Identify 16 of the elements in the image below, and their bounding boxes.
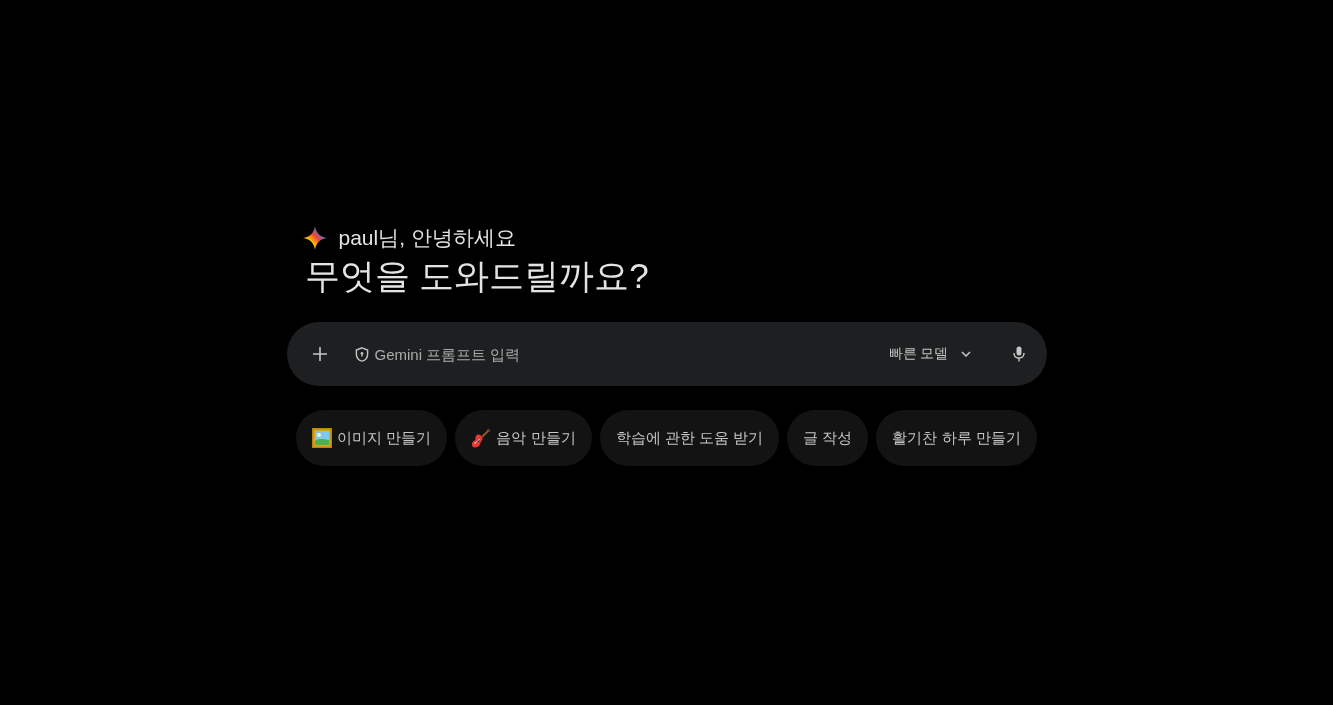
suggestion-chip[interactable]: 활기찬 하루 만들기 bbox=[876, 410, 1037, 466]
sparkle-icon bbox=[302, 226, 327, 250]
model-selector-button[interactable]: 빠른 모델 bbox=[880, 337, 979, 371]
suggestion-chip[interactable]: 학습에 관한 도움 받기 bbox=[599, 410, 780, 466]
suggestion-chip[interactable]: 음악 만들기 bbox=[455, 410, 592, 466]
microphone-icon bbox=[1012, 346, 1025, 362]
suggestion-chip[interactable]: 이미지 만들기 bbox=[296, 410, 448, 466]
headline-text: 무엇을 도와드릴까요? bbox=[304, 255, 649, 297]
plus-icon bbox=[312, 347, 327, 361]
guitar-icon bbox=[471, 428, 492, 448]
greeting-text: paul님, 안녕하세요 bbox=[338, 225, 516, 251]
suggestion-chip[interactable]: 글 작성 bbox=[787, 410, 869, 466]
prompt-input-box[interactable]: Gemini 프롬프트 입력 빠른 모델 bbox=[286, 322, 1047, 386]
framed-picture-icon bbox=[312, 428, 333, 448]
shield-icon bbox=[354, 346, 369, 362]
chevron-down-icon bbox=[960, 351, 971, 357]
